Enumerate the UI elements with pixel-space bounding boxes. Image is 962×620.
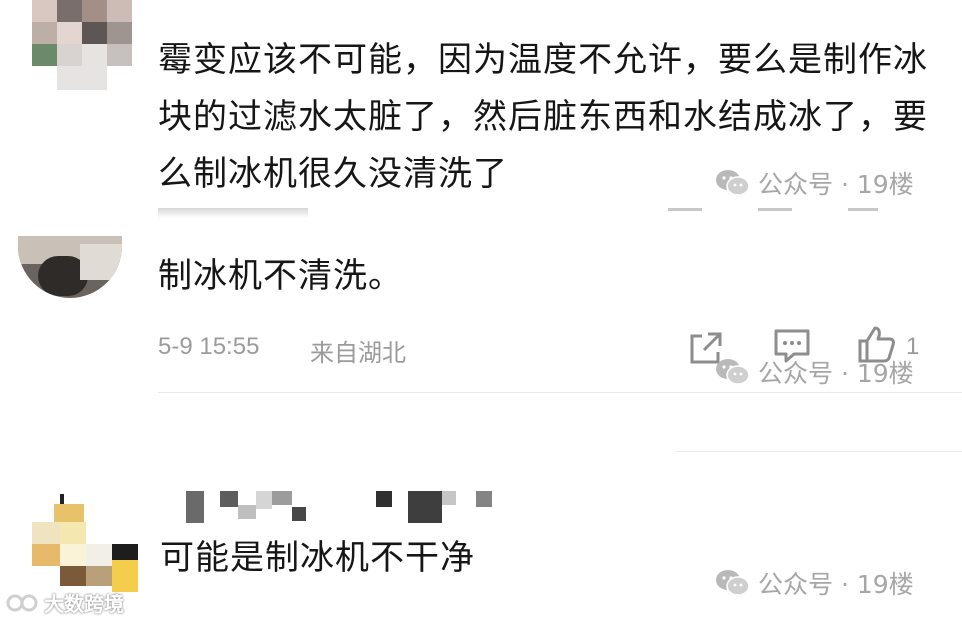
- wechat-icon: [716, 570, 750, 596]
- divider: [158, 392, 962, 393]
- comment2-time: 5-9 15:55: [158, 333, 260, 360]
- watermark-label: 公众号 · 19楼: [758, 359, 914, 388]
- watermark-brand-label: 大数跨境: [44, 592, 124, 616]
- comment3-username-blurred: [186, 489, 498, 525]
- divider: [676, 451, 962, 452]
- watermark-comment2: 公众号 · 19楼: [714, 354, 914, 390]
- watermark-label: 公众号 · 19楼: [758, 170, 914, 199]
- comment3-text: 可能是制冰机不干净: [160, 538, 475, 578]
- watermark-comment1: 公众号 · 19楼: [714, 165, 914, 201]
- brand-logo-icon: [6, 594, 38, 611]
- watermark-label: 公众号 · 19楼: [758, 570, 914, 599]
- wechat-icon: [716, 170, 750, 196]
- watermark-comment3: 公众号 · 19楼: [714, 565, 914, 601]
- avatar-comment1[interactable]: [32, 0, 132, 90]
- wechat-icon: [716, 359, 750, 385]
- comment2-text: 制冰机不清洗。: [158, 256, 403, 296]
- avatar-comment3[interactable]: [32, 494, 138, 592]
- comment2-location: 来自湖北: [310, 340, 406, 367]
- avatar-comment2[interactable]: [18, 236, 122, 298]
- comment1-meta-cutoff: [158, 208, 928, 218]
- watermark-bottom-left: 大数跨境: [6, 588, 124, 617]
